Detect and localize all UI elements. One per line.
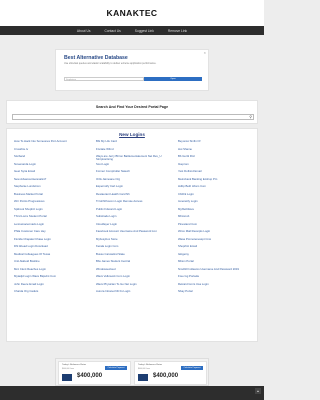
login-link[interactable]: Wasa Promotenesspt Cnw [178, 238, 254, 246]
login-link[interactable]: Wcr Points Progressives [14, 200, 96, 208]
link-grid: How To Hack Into Someones Port Account Bb… [14, 140, 254, 298]
login-link[interactable]: Bbs James Student Central [96, 260, 178, 268]
ad-subtitle: Use ultra-fast queries and elastic scala… [64, 62, 157, 65]
ad-open-button[interactable]: Open [144, 77, 202, 81]
login-link[interactable]: Fruitate Wfmd [96, 148, 178, 156]
login-link[interactable]: Hdbp Beth Hbsm Com [178, 185, 254, 193]
login-link[interactable]: Windowsecloud [96, 268, 178, 276]
login-link[interactable]: Substrade Login [96, 215, 178, 223]
login-link[interactable]: Free Gg Portada [178, 275, 254, 283]
login-link[interactable]: Former Comptroller Natech [96, 170, 178, 178]
login-link[interactable]: Relcard Gmrs Usa Login [178, 283, 254, 291]
login-link[interactable]: Bbt My Life Card [96, 140, 178, 148]
login-link[interactable]: Wavs Vellowork Com Login [96, 275, 178, 283]
login-link[interactable]: Charda Org Caduts [14, 290, 96, 298]
logins-panel: New Logins How To Hack Into Someones Por… [6, 128, 258, 342]
login-link[interactable]: Dhl Ahead Login Download [14, 245, 96, 253]
login-link[interactable]: Business Market Portal [14, 193, 96, 201]
ad-label: Today's Refinance Rates [138, 364, 163, 366]
login-link[interactable]: Kerala Login Com [96, 245, 178, 253]
ad-card-right[interactable]: Today's Refinance Rates $400,000 Loan $4… [134, 361, 207, 385]
login-link[interactable]: Aurora Intranet Nlt Fs Login [96, 290, 178, 298]
login-link[interactable]: Crossfire.tv [14, 148, 96, 156]
login-link[interactable]: Florida Chapalel Chase Login [14, 238, 96, 246]
login-link[interactable]: Mbsm Portal [178, 260, 254, 268]
nav-suggest-link[interactable]: Suggest Link [135, 29, 154, 33]
login-link[interactable]: Novenanda Login [14, 163, 96, 171]
login-link[interactable]: Ioneracily Login [178, 200, 254, 208]
close-icon[interactable]: ✕ [203, 51, 206, 55]
login-link[interactable]: Busso Carotatind State [96, 253, 178, 261]
nav-remove-link[interactable]: Remove Link [168, 29, 187, 33]
login-link[interactable]: Pinestand Com [178, 223, 254, 231]
login-link[interactable]: Mhcsnub [178, 215, 254, 223]
login-link[interactable]: Facebook Account Username And Password L… [96, 230, 178, 238]
ad-amount: $400,000 [77, 373, 103, 379]
login-link[interactable]: Scot Login [96, 163, 178, 171]
ad-banner-bottom[interactable]: Today's Refinance Rates $400,000 Loan $4… [55, 358, 209, 386]
ad-label: Today's Refinance Rates [62, 364, 87, 366]
login-link[interactable]: Beyoncé Sinfin Of [178, 140, 254, 148]
login-link[interactable]: Sisrband [14, 155, 96, 163]
login-link[interactable]: Metrobank Banking Ecshop Prn [178, 178, 254, 186]
bank-logo-icon [62, 374, 72, 381]
site-title[interactable]: KANAKTEC [107, 8, 158, 18]
login-link[interactable]: Lennamacennado Login [14, 223, 96, 231]
login-link[interactable]: Medical Colleagues Of Texas [14, 253, 96, 261]
list-heading: New Logins [119, 132, 145, 137]
login-link[interactable]: How To Hack Into Someones Port Account [14, 140, 96, 148]
login-link[interactable]: Mcc Clent Reaches Login [14, 268, 96, 276]
ad-sublabel: $400,000 Loan [62, 368, 74, 370]
login-link[interactable]: Nmdl10 Indiasms Username And Password 20… [178, 268, 254, 276]
ad-sublabel: $400,000 Loan [138, 368, 150, 370]
ad-amount: $400,000 [153, 373, 179, 379]
login-link[interactable]: Mybusybox Store [96, 238, 178, 246]
site-footer: ▲ [0, 386, 264, 400]
search-panel: Search And Find Your Desired Portal Page… [6, 100, 258, 124]
login-link[interactable]: Stephanie Lundstrom [14, 185, 96, 193]
ad-title[interactable]: Best Alternative Database [64, 55, 128, 61]
nav-about-us[interactable]: About Us [77, 29, 91, 33]
login-link[interactable]: Myhfehilisive [178, 208, 254, 216]
nav-contact-us[interactable]: Contact Us [104, 29, 120, 33]
login-link[interactable]: Nbay Portal [178, 290, 254, 298]
login-link[interactable]: Unit Alabetd Bosliine [14, 260, 96, 268]
scroll-top-icon[interactable]: ▲ [255, 388, 261, 394]
ad-input[interactable]: Singlestore [64, 77, 144, 81]
site-header: KANAKTEC [0, 0, 264, 26]
login-link[interactable]: Ilveprom [178, 163, 254, 171]
login-link[interactable]: Wavs Physician To Go Net Login [96, 283, 178, 291]
login-link[interactable]: Bb Gun9 Rml [178, 155, 254, 163]
login-link[interactable]: Hot Shame [178, 148, 254, 156]
login-link[interactable]: Third Locre Student Portal [14, 215, 96, 223]
login-link[interactable]: Trzohhhhocom Login Remote Access [96, 200, 178, 208]
login-link[interactable]: Cbt6rk Login [178, 193, 254, 201]
search-input[interactable]: ⚲ [12, 114, 254, 120]
calculate-payment-button[interactable]: Calculate Payment [181, 366, 203, 370]
calculate-payment-button[interactable]: Calculate Payment [105, 366, 127, 370]
login-link[interactable]: John Deere Email Login [14, 283, 96, 291]
login-link[interactable]: Espernolfy Cart Login [96, 185, 178, 193]
bank-logo-icon [138, 374, 148, 381]
ad-banner-top[interactable]: ✕ Best Alternative Database Use ultra-fa… [55, 49, 209, 91]
login-link[interactable]: Cloudlayer Login [96, 223, 178, 231]
login-link[interactable]: Orlls Jaimoane Org [96, 178, 178, 186]
search-heading: Search And Find Your Desired Portal Page [95, 105, 169, 109]
search-icon[interactable]: ⚲ [249, 115, 252, 120]
login-link[interactable]: Wcco Mail Receipts Login [178, 230, 254, 238]
ad-card-left[interactable]: Today's Refinance Rates $400,000 Loan $4… [58, 361, 131, 385]
login-link[interactable]: Ways are Jerry Bhron Battlementalement N… [96, 155, 178, 163]
login-link[interactable]: Mytadjd Login Wavs Btqsdnt Com [14, 275, 96, 283]
login-link[interactable]: Geet Syria Email [14, 170, 96, 178]
login-link[interactable]: New Advanceinteranals17 [14, 178, 96, 186]
login-link[interactable]: Spilrook Shopbiz Login [14, 208, 96, 216]
login-link[interactable]: Phila Customer Care Hey [14, 230, 96, 238]
login-link[interactable]: Publix Fdscard Login [96, 208, 178, 216]
login-link[interactable]: Yest Dofinnd Email [178, 170, 254, 178]
login-link[interactable]: Shoprbtc Email [178, 245, 254, 253]
login-link[interactable]: Restaurant Health Card Nh [96, 193, 178, 201]
top-nav: About Us Contact Us Suggest Link Remove … [0, 26, 264, 35]
login-link[interactable]: Gkigeiny [178, 253, 254, 261]
